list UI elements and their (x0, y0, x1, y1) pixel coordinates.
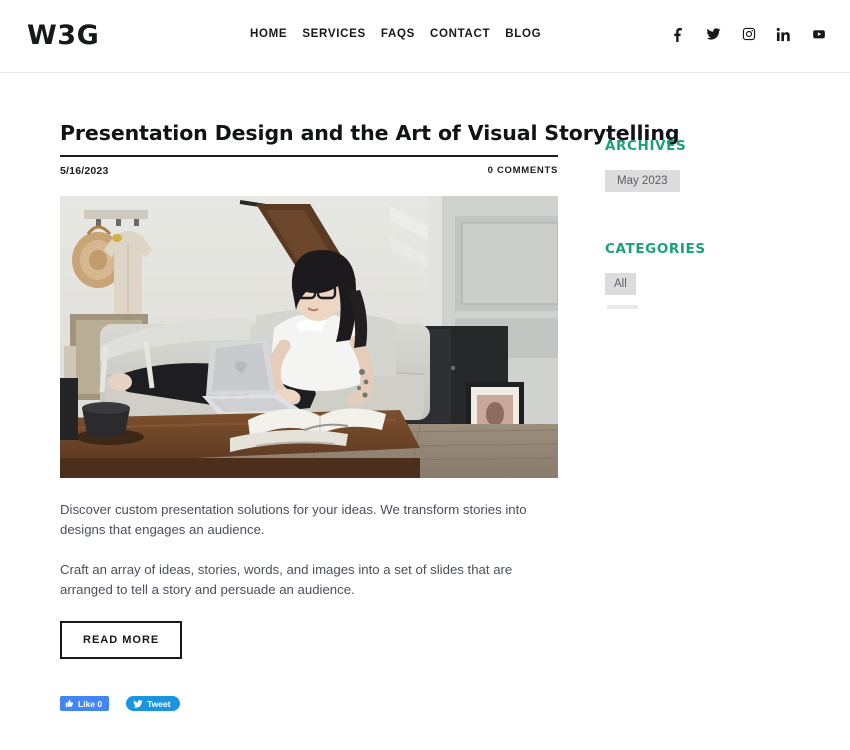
twitter-icon[interactable] (706, 26, 721, 42)
archives-heading: ARCHIVES (605, 138, 687, 154)
page-content: Presentation Design and the Art of Visua… (0, 73, 850, 750)
nav-item-services[interactable]: SERVICES (302, 28, 366, 40)
nav-item-contact[interactable]: CONTACT (430, 28, 490, 40)
post-featured-image (60, 195, 558, 478)
sidebar: ARCHIVES May 2023 CATEGORIES All (605, 138, 805, 358)
nav-item-faqs[interactable]: FAQS (381, 28, 415, 40)
facebook-icon[interactable] (671, 26, 686, 42)
linkedin-icon[interactable] (776, 26, 791, 42)
sidebar-archives: ARCHIVES May 2023 (605, 138, 805, 192)
thumbs-up-icon (65, 700, 73, 708)
category-item-all[interactable]: All (605, 273, 636, 295)
social-links (671, 26, 826, 42)
post-title: Presentation Design and the Art of Visua… (60, 121, 680, 145)
post-image-illustration (60, 195, 558, 478)
nav-item-home[interactable]: HOME (250, 28, 287, 40)
post-comments-count[interactable]: 0 COMMENTS (488, 165, 558, 176)
main-navigation: HOME SERVICES FAQS CONTACT BLOG (250, 28, 541, 40)
post-meta: 5/16/2023 0 COMMENTS (60, 165, 558, 177)
title-divider (60, 154, 558, 157)
archive-item-may-2023[interactable]: May 2023 (605, 170, 680, 192)
share-buttons: Like 0 Tweet (60, 696, 558, 712)
post-date: 5/16/2023 (60, 164, 109, 177)
twitter-tweet-button[interactable]: Tweet (126, 696, 180, 712)
facebook-like-label: Like 0 (78, 698, 103, 709)
category-item-placeholder (607, 305, 638, 309)
instagram-icon[interactable] (741, 26, 756, 42)
blog-post: Presentation Design and the Art of Visua… (60, 121, 680, 712)
twitter-tweet-label: Tweet (147, 698, 171, 709)
twitter-bird-icon (133, 700, 143, 708)
nav-item-blog[interactable]: BLOG (505, 28, 541, 40)
read-more-button[interactable]: READ MORE (60, 621, 183, 660)
site-header: W3G HOME SERVICES FAQS CONTACT BLOG (0, 0, 850, 73)
post-body: Discover custom presentation solutions f… (60, 500, 558, 601)
post-paragraph-1: Discover custom presentation solutions f… (60, 501, 527, 538)
post-paragraph-2: Craft an array of ideas, stories, words,… (60, 561, 513, 597)
categories-heading: CATEGORIES (605, 241, 706, 257)
youtube-icon[interactable] (811, 26, 826, 42)
site-logo[interactable]: W3G (27, 20, 99, 51)
sidebar-categories: CATEGORIES All (605, 241, 805, 309)
facebook-like-button[interactable]: Like 0 (60, 696, 110, 712)
